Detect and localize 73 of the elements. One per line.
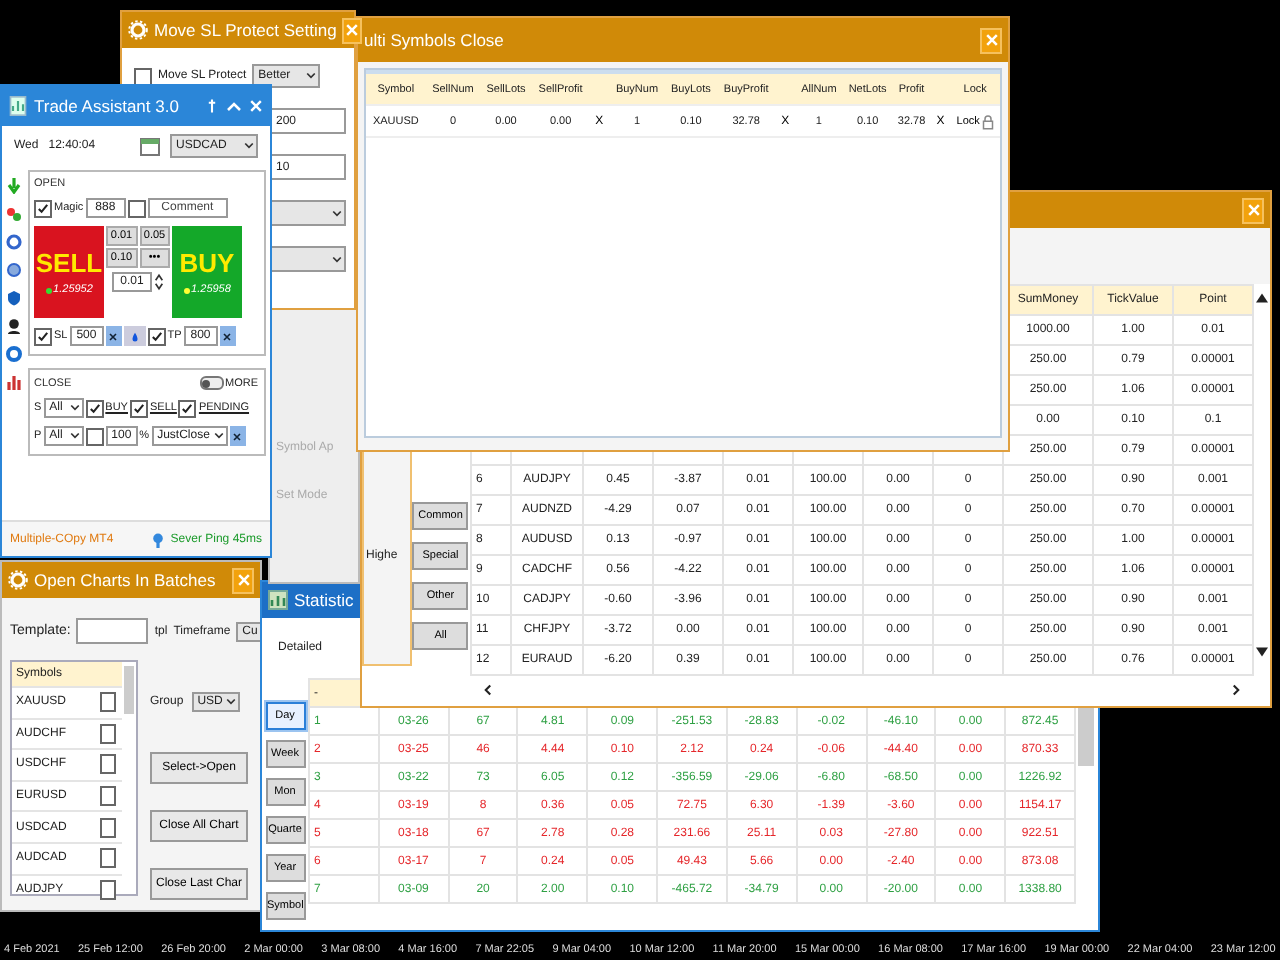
toggle-switch[interactable] [199, 376, 223, 390]
checkbox[interactable] [178, 399, 197, 417]
checkbox[interactable] [100, 817, 116, 838]
chevron-down-icon [69, 432, 80, 440]
close-icon [1245, 202, 1261, 218]
shield-icon[interactable] [6, 290, 22, 306]
chevron-down-icon [213, 432, 224, 440]
close-icon [108, 331, 119, 341]
dropdown[interactable] [266, 200, 346, 226]
arrow-up-icon [1256, 292, 1268, 304]
dots-icon[interactable] [6, 206, 22, 222]
checkbox[interactable] [100, 848, 116, 869]
clear-button[interactable] [219, 326, 236, 346]
circle-icon[interactable] [6, 262, 22, 278]
input-field[interactable] [76, 618, 149, 644]
circle-icon[interactable] [6, 234, 22, 250]
drop-button[interactable] [123, 326, 146, 346]
checkbox[interactable] [100, 692, 116, 713]
lock-icon [981, 113, 994, 129]
chevron-right-icon [1230, 684, 1242, 696]
checkbox[interactable] [85, 427, 104, 445]
window-title: Move SL Protect Setting [154, 20, 337, 40]
bar-chart-icon[interactable] [6, 374, 22, 390]
ring-icon[interactable] [6, 346, 22, 362]
head-icon[interactable] [6, 318, 22, 334]
window-title: Trade Assistant 3.0 [34, 96, 181, 116]
chevron-down-icon [332, 209, 342, 217]
close-icon [235, 572, 251, 588]
chevron-up-icon[interactable] [226, 98, 242, 114]
checkbox[interactable] [34, 199, 52, 217]
checkbox[interactable] [129, 399, 148, 417]
clear-button[interactable] [229, 426, 246, 446]
checkbox[interactable] [134, 67, 152, 85]
close-button[interactable] [1242, 197, 1264, 223]
checkbox[interactable] [85, 399, 104, 417]
pin-icon[interactable] [204, 98, 220, 114]
close-icon[interactable] [248, 98, 264, 114]
dot-icon [183, 287, 190, 293]
checkbox[interactable] [100, 754, 116, 775]
gear-icon [128, 20, 148, 40]
window-title: Open Charts In Batches [34, 570, 218, 590]
chevron-down-icon [332, 255, 342, 263]
window-title: ulti Symbols Close [364, 30, 506, 50]
close-button[interactable] [980, 27, 1002, 53]
chevron-down-icon [244, 142, 254, 150]
spinner-icon[interactable] [154, 272, 164, 292]
window-title: Statistic [294, 590, 354, 610]
close-icon [222, 331, 233, 341]
chevron-down-icon [69, 404, 80, 412]
checkbox[interactable] [100, 786, 116, 807]
checkbox[interactable] [34, 327, 52, 345]
dropdown[interactable] [266, 246, 346, 272]
close-icon [232, 431, 243, 441]
close-button[interactable] [342, 17, 363, 43]
app-icon [8, 96, 28, 116]
calendar-icon[interactable] [140, 136, 160, 156]
close-icon [344, 22, 361, 38]
drop-icon [129, 331, 140, 341]
chevron-down-icon [226, 698, 237, 706]
arrow-down-icon [1256, 646, 1268, 658]
dot-icon [45, 287, 52, 293]
chart-icon [268, 590, 288, 610]
arrow-down-icon[interactable] [6, 178, 22, 194]
gear-icon [8, 570, 28, 590]
chevron-down-icon [306, 72, 317, 80]
checkbox[interactable] [147, 327, 166, 345]
checkbox[interactable] [100, 879, 116, 900]
close-icon [983, 32, 999, 48]
checkbox[interactable] [100, 723, 116, 744]
checkbox[interactable] [127, 199, 146, 217]
clear-button[interactable] [105, 326, 122, 346]
chevron-left-icon [482, 684, 494, 696]
close-button[interactable] [232, 567, 254, 593]
